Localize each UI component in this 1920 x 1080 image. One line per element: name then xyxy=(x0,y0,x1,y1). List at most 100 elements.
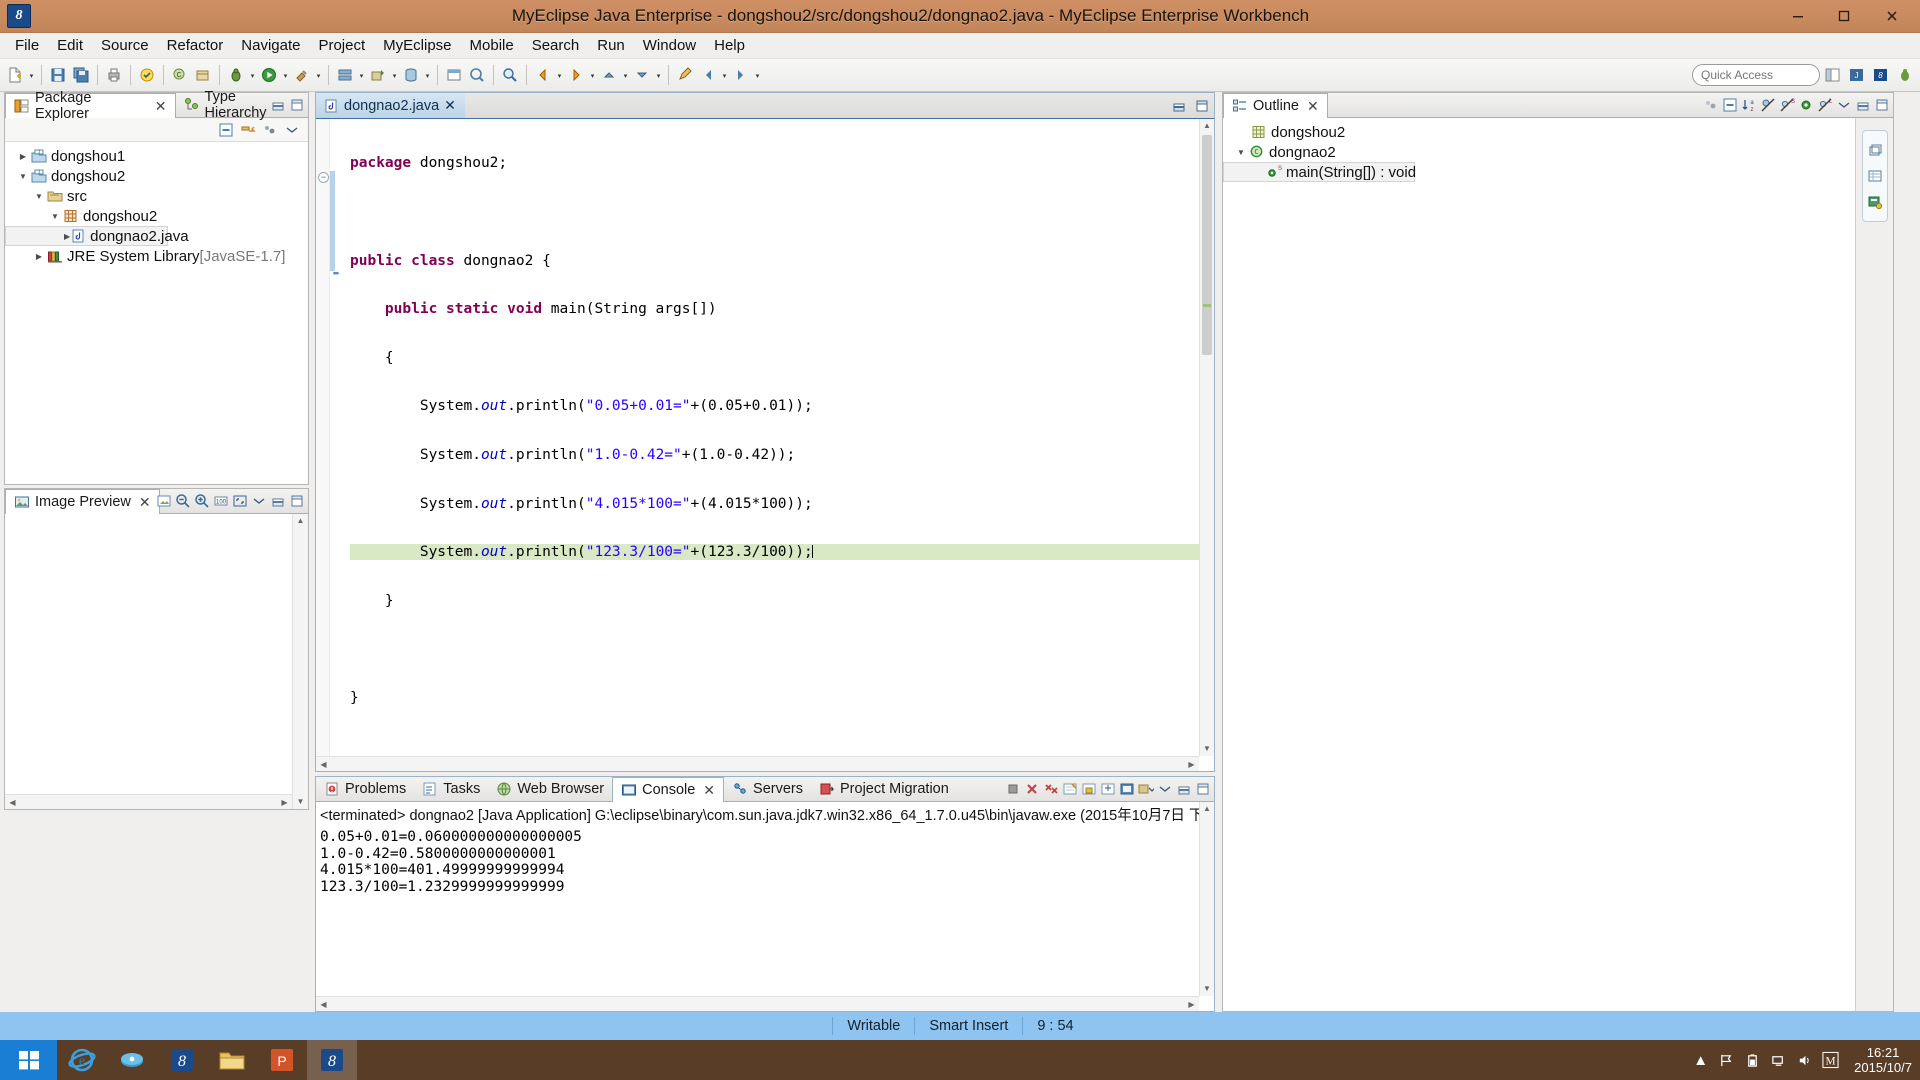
scroll-down-icon[interactable]: ▼ xyxy=(1200,982,1214,996)
tree-item-dongnao2-java[interactable]: ▶ dongnao2.java xyxy=(5,226,189,246)
scroll-down-icon[interactable]: ▼ xyxy=(293,795,308,809)
editor-hscrollbar[interactable]: ◀ ▶ xyxy=(316,756,1199,771)
open-type-icon[interactable] xyxy=(466,63,488,87)
run-external-tools-icon[interactable] xyxy=(291,63,313,87)
close-icon[interactable]: ✕ xyxy=(139,494,151,511)
tab-image-preview[interactable]: Image Preview ✕ xyxy=(5,489,160,514)
tab-project-migration[interactable]: Project Migration xyxy=(811,777,957,801)
close-icon[interactable]: ✕ xyxy=(1307,98,1319,115)
maximize-button[interactable] xyxy=(1822,2,1866,29)
menu-edit[interactable]: Edit xyxy=(48,34,92,57)
scroll-left-icon[interactable]: ◀ xyxy=(316,997,331,1012)
scroll-down-icon[interactable]: ▼ xyxy=(1200,742,1214,756)
package-explorer-body[interactable]: ▶ J dongshou1 ▼ J dongshou2 ▼ src ▼ dong… xyxy=(5,142,308,484)
remove-all-launches-icon[interactable] xyxy=(1042,780,1059,797)
console-hscrollbar[interactable]: ◀ ▶ xyxy=(316,996,1199,1011)
chevron-down-icon[interactable]: ▼ xyxy=(31,188,47,204)
maximize-view-icon[interactable] xyxy=(1194,780,1211,797)
open-perspective-icon[interactable] xyxy=(1822,63,1844,87)
view-menu-icon[interactable] xyxy=(1835,96,1852,113)
previous-annotation-icon[interactable] xyxy=(598,63,620,87)
next-edit-dropdown-icon[interactable]: ▾ xyxy=(753,63,762,87)
menu-window[interactable]: Window xyxy=(634,34,705,57)
chevron-right-icon[interactable]: ▶ xyxy=(31,248,47,264)
media-app-icon[interactable] xyxy=(107,1040,157,1080)
previous-annotation-dropdown-icon[interactable]: ▾ xyxy=(621,63,630,87)
scroll-up-icon[interactable]: ▲ xyxy=(293,514,308,528)
next-edit-icon[interactable] xyxy=(730,63,752,87)
tree-item-dongshou2[interactable]: ▼ J dongshou2 xyxy=(5,166,308,186)
quick-fix-icon[interactable] xyxy=(136,63,158,87)
new-java-class-icon[interactable]: C xyxy=(169,63,191,87)
maximize-view-icon[interactable] xyxy=(288,492,305,509)
minimize-editor-icon[interactable] xyxy=(1170,97,1187,114)
back-navigation-icon[interactable] xyxy=(532,63,554,87)
quick-access-input[interactable] xyxy=(1692,64,1820,86)
tab-web-browser[interactable]: Web Browser xyxy=(488,777,612,801)
open-console-dropdown-icon[interactable] xyxy=(1137,780,1154,797)
close-icon[interactable]: ✕ xyxy=(703,782,715,799)
scroll-left-icon[interactable]: ◀ xyxy=(5,795,20,809)
scroll-lock-icon[interactable] xyxy=(1080,780,1097,797)
menu-refactor[interactable]: Refactor xyxy=(158,34,233,57)
remove-launch-icon[interactable] xyxy=(1023,780,1040,797)
view-menu-icon[interactable] xyxy=(250,492,267,509)
image-preview-body[interactable]: ▲ ▼ ◀ ▶ xyxy=(5,514,308,809)
scroll-right-icon[interactable]: ▶ xyxy=(277,795,292,809)
menu-search[interactable]: Search xyxy=(523,34,589,57)
servers-dropdown-icon[interactable]: ▾ xyxy=(357,63,366,87)
show-public-icon[interactable] xyxy=(1797,96,1814,113)
new-dropdown-icon[interactable]: ▾ xyxy=(27,63,36,87)
maximize-view-icon[interactable] xyxy=(288,96,305,113)
tab-servers[interactable]: Servers xyxy=(724,777,811,801)
menu-myeclipse[interactable]: MyEclipse xyxy=(374,34,460,57)
tab-console[interactable]: Console ✕ xyxy=(612,777,725,802)
myeclipse-servers-icon[interactable] xyxy=(334,63,356,87)
scroll-up-icon[interactable]: ▲ xyxy=(1200,119,1214,133)
outline-fastview-icon[interactable] xyxy=(1864,165,1886,187)
console-output[interactable]: 0.05+0.01=0.060000000000000005 1.0-0.42=… xyxy=(316,827,1214,897)
terminate-icon[interactable] xyxy=(1004,780,1021,797)
menu-run[interactable]: Run xyxy=(588,34,634,57)
task-list-fastview-icon[interactable] xyxy=(1864,191,1886,213)
view-menu-more-icon[interactable] xyxy=(261,121,278,138)
previous-edit-icon[interactable] xyxy=(697,63,719,87)
pin-console-icon[interactable] xyxy=(1099,780,1116,797)
minimize-view-icon[interactable] xyxy=(1175,780,1192,797)
tab-package-explorer[interactable]: Package Explorer ✕ xyxy=(5,90,176,122)
save-all-icon[interactable] xyxy=(70,63,92,87)
file-explorer-icon[interactable] xyxy=(207,1040,257,1080)
hide-local-types-icon[interactable]: L xyxy=(1816,96,1833,113)
code-text[interactable]: package dongshou2; public class dongnao2… xyxy=(344,119,1214,771)
scroll-right-icon[interactable]: ▶ xyxy=(1184,757,1199,772)
new-icon[interactable] xyxy=(4,63,26,87)
debug-dropdown-icon[interactable]: ▾ xyxy=(248,63,257,87)
close-button[interactable] xyxy=(1868,2,1916,29)
console-body[interactable]: <terminated> dongnao2 [Java Application]… xyxy=(316,802,1214,1011)
chevron-right-icon[interactable]: ▶ xyxy=(15,148,31,164)
previous-edit-dropdown-icon[interactable]: ▾ xyxy=(720,63,729,87)
console-view-menu-icon[interactable] xyxy=(1156,780,1173,797)
view-menu-icon[interactable] xyxy=(283,121,300,138)
menu-project[interactable]: Project xyxy=(309,34,374,57)
next-annotation-dropdown-icon[interactable]: ▾ xyxy=(654,63,663,87)
m-icon[interactable]: M xyxy=(1822,1051,1839,1069)
hide-fields-icon[interactable] xyxy=(1759,96,1776,113)
scroll-up-icon[interactable]: ▲ xyxy=(1200,802,1214,816)
chevron-down-icon[interactable]: ▼ xyxy=(1233,144,1249,160)
tree-item-package-dongshou2[interactable]: ▼ dongshou2 xyxy=(5,206,308,226)
forward-navigation-icon[interactable] xyxy=(565,63,587,87)
tab-outline[interactable]: Outline ✕ xyxy=(1223,93,1328,118)
run-dropdown-icon[interactable]: ▾ xyxy=(281,63,290,87)
outline-item-dongshou2[interactable]: dongshou2 xyxy=(1223,122,1855,142)
next-annotation-icon[interactable] xyxy=(631,63,653,87)
vscroll-thumb[interactable] xyxy=(1202,135,1212,355)
code-editor[interactable]: − ➨ package dongshou2; public class dong… xyxy=(316,119,1214,771)
chevron-down-icon[interactable]: ▼ xyxy=(15,168,31,184)
new-package-icon[interactable] xyxy=(192,63,214,87)
restore-view-icon[interactable] xyxy=(1864,139,1886,161)
deploy-icon[interactable] xyxy=(367,63,389,87)
myeclipse-perspective-icon[interactable]: 8 xyxy=(1870,63,1892,87)
run-icon[interactable] xyxy=(258,63,280,87)
menu-navigate[interactable]: Navigate xyxy=(232,34,309,57)
